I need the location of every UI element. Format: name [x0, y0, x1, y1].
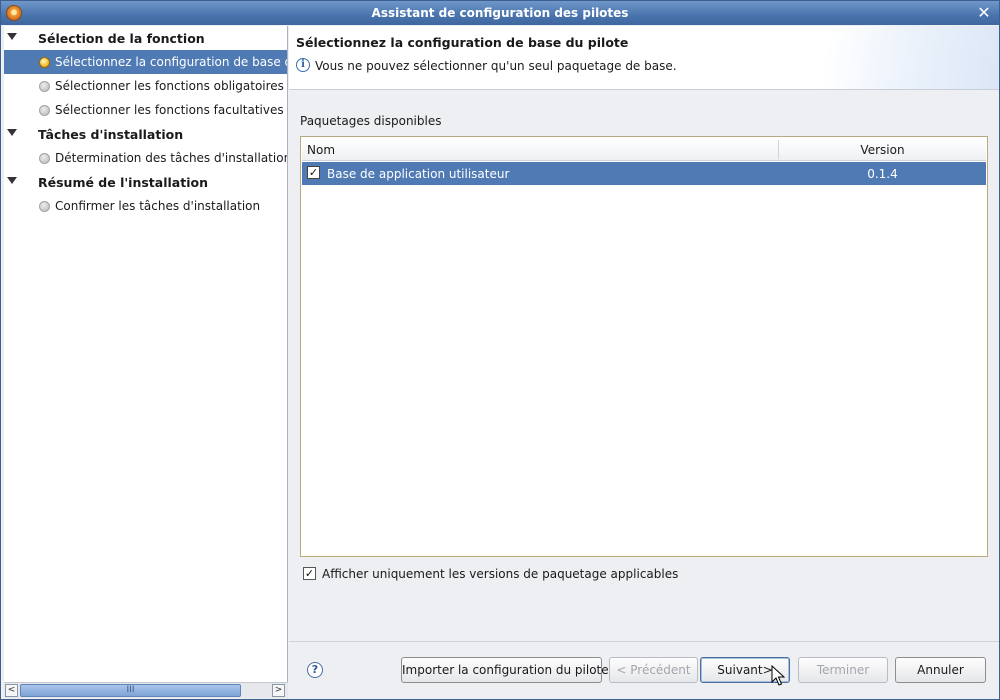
pending-step-icon — [39, 81, 50, 92]
tree-item-label: Sélectionnez la configuration de base du… — [55, 55, 287, 69]
tree-item-confirm-tasks[interactable]: Confirmer les tâches d'installation — [4, 194, 287, 218]
import-config-button[interactable]: Importer la configuration du pilote — [401, 657, 609, 683]
tree-item-determine-tasks[interactable]: Détermination des tâches d'installation.… — [4, 146, 288, 170]
section-label: Résumé de l'installation — [38, 175, 208, 190]
scroll-left-icon[interactable]: < — [5, 684, 18, 697]
page-header: Sélectionnez la configuration de base du… — [289, 26, 999, 90]
finish-button[interactable]: Terminer — [798, 657, 888, 683]
tree-item-label: Sélectionner les fonctions facultatives — [55, 103, 284, 117]
tree-section-install-tasks[interactable]: Tâches d'installation — [4, 122, 287, 146]
package-name: Base de application utilisateur — [327, 167, 510, 181]
pending-step-icon — [39, 201, 50, 212]
expand-arrow-icon[interactable] — [7, 129, 17, 136]
packages-table: Nom Version ✓ Base de application utilis… — [300, 136, 988, 557]
footer-divider — [289, 641, 999, 642]
scrollbar-thumb[interactable]: III — [20, 684, 241, 697]
tree-section-install-summary[interactable]: Résumé de l'installation — [4, 170, 287, 194]
column-header-version[interactable]: Version — [779, 143, 986, 157]
tree-item-select-base-config[interactable]: Sélectionnez la configuration de base du… — [4, 50, 287, 74]
tree-item-label: Confirmer les tâches d'installation — [55, 199, 261, 213]
package-checkbox[interactable]: ✓ — [307, 166, 320, 179]
column-header-name[interactable]: Nom — [307, 143, 335, 157]
close-icon[interactable]: ✕ — [975, 4, 993, 22]
expand-arrow-icon[interactable] — [7, 177, 17, 184]
section-label: Tâches d'installation — [38, 127, 184, 142]
window-title: Assistant de configuration des pilotes — [371, 6, 629, 20]
help-icon[interactable]: ? — [307, 662, 323, 678]
back-button[interactable]: < Précédent — [609, 657, 698, 683]
tree-item-label: Sélectionner les fonctions obligatoires — [55, 79, 284, 93]
tree-item-optional-features[interactable]: Sélectionner les fonctions facultatives — [4, 98, 287, 122]
section-label: Sélection de la fonction — [38, 31, 205, 46]
mouse-pointer-icon — [771, 665, 785, 686]
only-applicable-checkbox[interactable]: ✓ — [303, 567, 316, 580]
app-icon — [6, 5, 22, 21]
page-description: Vous ne pouvez sélectionner qu'un seul p… — [315, 59, 677, 73]
tree-section-feature-selection[interactable]: Sélection de la fonction — [4, 26, 287, 50]
table-row[interactable]: ✓ Base de application utilisateur 0.1.4 — [302, 162, 986, 185]
cancel-button[interactable]: Annuler — [895, 657, 986, 683]
page-title: Sélectionnez la configuration de base du… — [296, 35, 629, 50]
package-version: 0.1.4 — [867, 167, 898, 181]
wizard-window: Assistant de configuration des pilotes ✕… — [0, 0, 1000, 700]
current-step-icon — [39, 57, 50, 68]
tree-item-label: Détermination des tâches d'installation.… — [55, 151, 288, 165]
tree-horizontal-scrollbar[interactable]: < III > — [4, 682, 288, 698]
table-header: Nom Version — [302, 138, 986, 161]
steps-tree: Sélection de la fonction Sélectionnez la… — [4, 26, 288, 682]
only-applicable-label[interactable]: Afficher uniquement les versions de paqu… — [322, 567, 678, 581]
info-icon: i — [296, 58, 310, 72]
tree-item-mandatory-features[interactable]: Sélectionner les fonctions obligatoires — [4, 74, 287, 98]
packages-label: Paquetages disponibles — [300, 114, 442, 128]
pending-step-icon — [39, 153, 50, 164]
pending-step-icon — [39, 105, 50, 116]
scroll-right-icon[interactable]: > — [272, 684, 285, 697]
title-bar: Assistant de configuration des pilotes ✕ — [1, 1, 999, 25]
expand-arrow-icon[interactable] — [7, 33, 17, 40]
